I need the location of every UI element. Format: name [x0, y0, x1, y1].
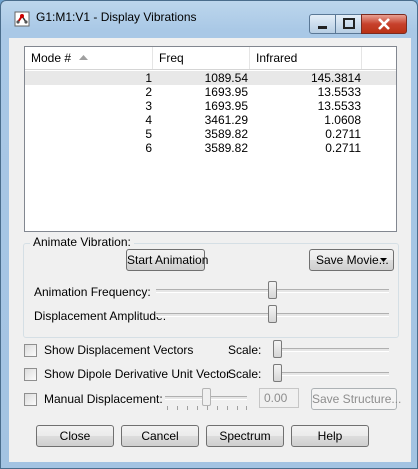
show-displacement-vectors-label: Show Displacement Vectors	[44, 343, 194, 357]
title-bar[interactable]: G1:M1:V1 - Display Vibrations	[1, 1, 417, 34]
freq-cell: 3589.82	[204, 141, 248, 155]
minimize-button[interactable]	[309, 14, 336, 34]
list-header: Mode # Freq Infrared	[25, 47, 396, 70]
infrared-cell: 0.2711	[325, 141, 361, 155]
displacement-scale-label: Scale:	[228, 343, 262, 357]
displacement-vectors-scale-slider[interactable]	[273, 339, 389, 361]
spectrum-button[interactable]: Spectrum	[206, 425, 284, 447]
slider-thumb[interactable]	[202, 388, 211, 406]
column-label-freq: Freq	[159, 51, 184, 65]
freq-cell: 3461.29	[204, 113, 248, 127]
gaussview-app-icon	[14, 11, 30, 27]
freq-cell: 1693.95	[204, 99, 248, 113]
show-dipole-vector-checkbox[interactable]	[24, 368, 37, 381]
cancel-button[interactable]: Cancel	[121, 425, 199, 447]
display-vibrations-window: G1:M1:V1 - Display Vibrations Mode # Fre…	[0, 0, 418, 469]
mode-cell: 2	[145, 85, 152, 99]
manual-displacement-value-field[interactable]: 0.00	[259, 388, 299, 408]
list-rows: 1 1089.54 145.3814 2 1693.95 13.5533 3 1…	[25, 71, 396, 155]
save-movie-label: Save Movie...	[316, 253, 389, 267]
freq-cell: 3589.82	[204, 127, 248, 141]
minimize-icon	[318, 26, 327, 29]
window-title: G1:M1:V1 - Display Vibrations	[36, 10, 197, 24]
infrared-cell: 145.3814	[310, 71, 361, 85]
save-movie-button[interactable]: Save Movie...	[309, 249, 394, 271]
infrared-cell: 0.2711	[325, 127, 361, 141]
freq-cell: 1693.95	[204, 85, 248, 99]
animate-vibration-label: Animate Vibration:	[30, 235, 134, 249]
dipole-scale-label: Scale:	[228, 367, 262, 381]
show-displacement-vectors-checkbox[interactable]	[24, 344, 37, 357]
maximize-button[interactable]	[335, 14, 362, 34]
mode-cell: 5	[145, 127, 152, 141]
infrared-cell: 13.5533	[317, 99, 361, 113]
slider-ticks	[167, 406, 247, 410]
dipole-vector-scale-slider[interactable]	[273, 363, 389, 385]
manual-displacement-checkbox[interactable]	[24, 393, 37, 406]
manual-displacement-label: Manual Displacement:	[44, 392, 163, 406]
mode-cell: 3	[145, 99, 152, 113]
slider-thumb[interactable]	[273, 364, 282, 382]
close-button[interactable]: Close	[36, 425, 114, 447]
freq-cell: 1089.54	[204, 71, 248, 85]
slider-thumb[interactable]	[268, 305, 277, 323]
column-header-infrared[interactable]: Infrared	[250, 47, 362, 69]
slider-track	[273, 348, 389, 352]
mode-cell: 6	[145, 141, 152, 155]
animation-frequency-label: Animation Frequency:	[34, 285, 151, 299]
table-row[interactable]: 1 1089.54 145.3814	[25, 71, 396, 85]
infrared-cell: 13.5533	[317, 85, 361, 99]
slider-track	[273, 372, 389, 376]
mode-cell: 1	[145, 71, 152, 85]
displacement-amplitude-slider[interactable]	[156, 304, 389, 326]
table-row[interactable]: 3 1693.95 13.5533	[25, 99, 396, 113]
help-button[interactable]: Help	[291, 425, 369, 447]
table-row[interactable]: 6 3589.82 0.2711	[25, 141, 396, 155]
dialog-client-area: Mode # Freq Infrared 1 1089.54 145.3814 …	[9, 38, 411, 462]
show-dipole-vector-label: Show Dipole Derivative Unit Vector	[44, 367, 231, 381]
sort-ascending-icon	[79, 55, 88, 60]
mode-cell: 4	[145, 113, 152, 127]
column-label-infrared: Infrared	[256, 51, 298, 65]
displacement-amplitude-label: Displacement Amplitude:	[34, 309, 167, 323]
save-structure-button[interactable]: Save Structure...	[311, 388, 401, 410]
column-header-mode[interactable]: Mode #	[25, 47, 153, 69]
animation-frequency-slider[interactable]	[156, 280, 389, 302]
column-label-mode: Mode #	[31, 51, 72, 65]
maximize-icon	[343, 18, 355, 29]
table-row[interactable]: 5 3589.82 0.2711	[25, 127, 396, 141]
close-window-button[interactable]	[361, 14, 407, 34]
vibration-modes-list[interactable]: Mode # Freq Infrared 1 1089.54 145.3814 …	[24, 46, 397, 232]
table-row[interactable]: 2 1693.95 13.5533	[25, 85, 396, 99]
infrared-cell: 1.0608	[324, 113, 361, 127]
slider-thumb[interactable]	[268, 281, 277, 299]
slider-thumb[interactable]	[273, 340, 282, 358]
column-header-freq[interactable]: Freq	[153, 47, 250, 69]
close-icon	[378, 18, 390, 30]
chevron-down-icon	[380, 258, 387, 262]
table-row[interactable]: 4 3461.29 1.0608	[25, 113, 396, 127]
start-animation-button[interactable]: Start Animation	[126, 249, 208, 271]
